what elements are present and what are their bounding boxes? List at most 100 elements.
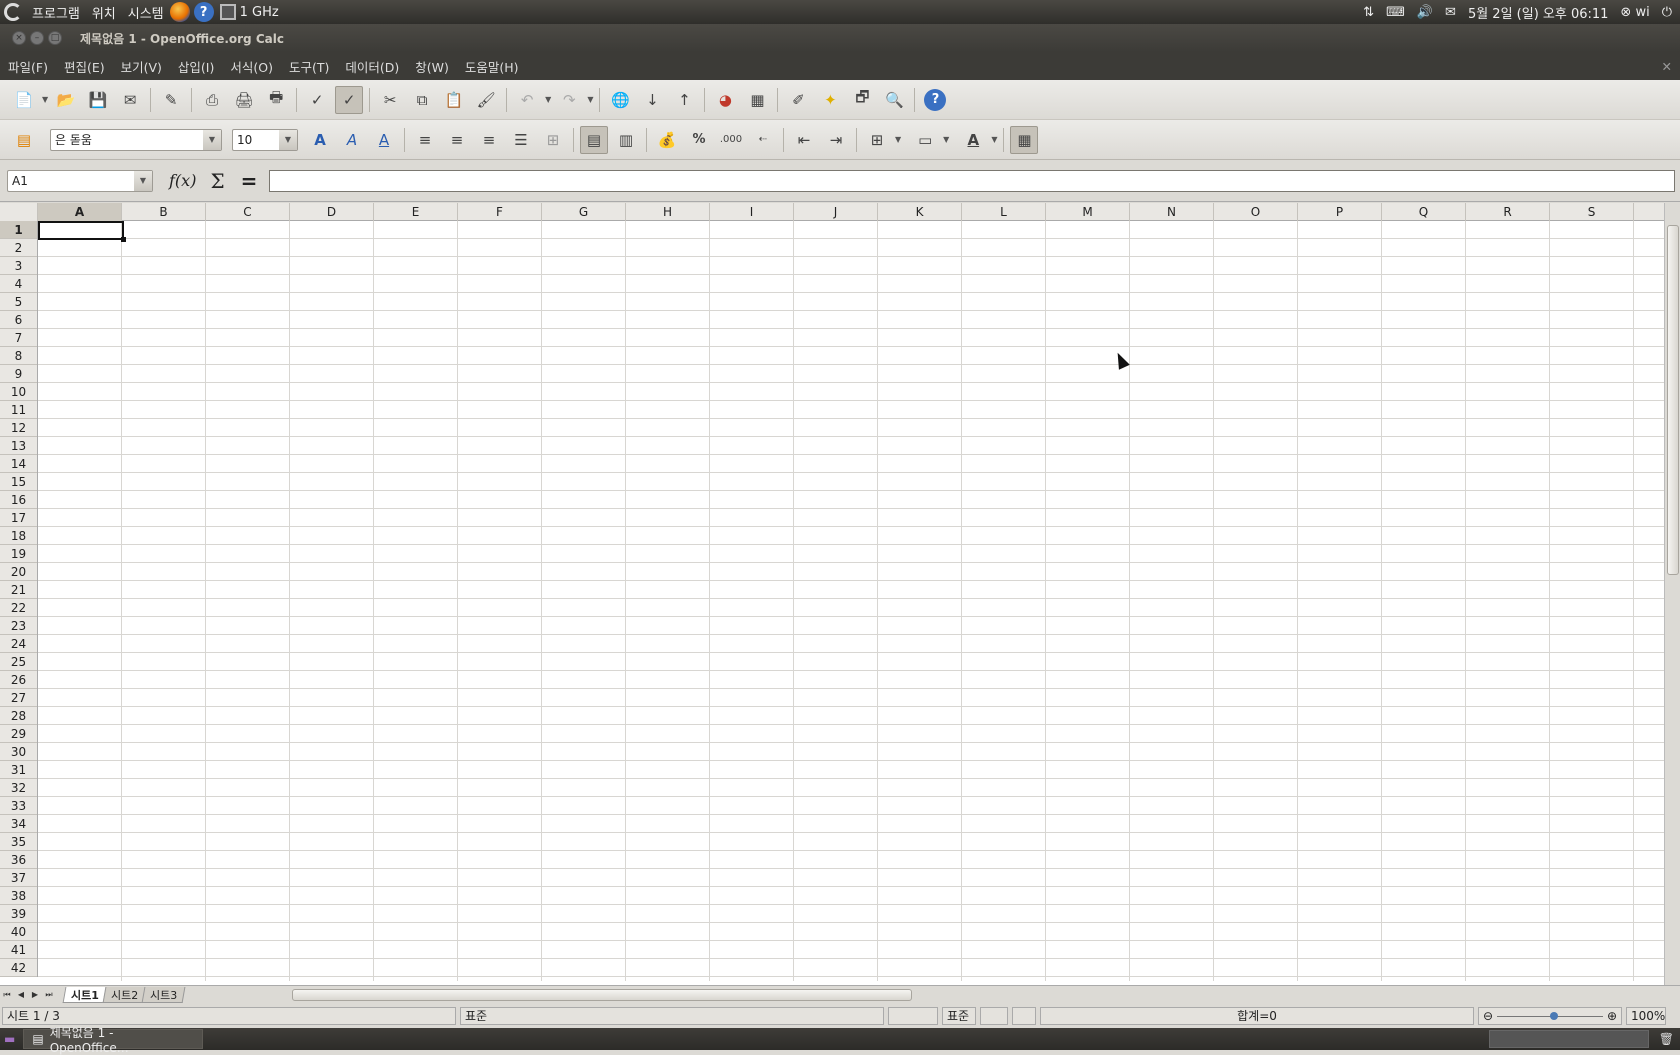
column-header[interactable]: R bbox=[1466, 203, 1550, 221]
column-header[interactable]: J bbox=[794, 203, 878, 221]
trash-icon[interactable]: 🗑 bbox=[1659, 1032, 1674, 1046]
row-header[interactable]: 8 bbox=[0, 347, 37, 365]
export-pdf-icon[interactable]: ⎙ bbox=[198, 86, 226, 114]
text-direction-lr-icon[interactable]: ▤ bbox=[580, 125, 608, 154]
menu-tools[interactable]: 도구(T) bbox=[281, 57, 337, 76]
row-header[interactable]: 28 bbox=[0, 707, 37, 725]
delete-decimal-icon[interactable]: ⇠ bbox=[749, 126, 777, 154]
menu-window[interactable]: 창(W) bbox=[407, 57, 457, 76]
italic-icon[interactable]: A bbox=[338, 126, 366, 154]
font-size-combo[interactable]: 10 ▼ bbox=[232, 128, 298, 151]
function-icon[interactable]: = bbox=[241, 169, 258, 193]
redo-icon[interactable]: ↷ bbox=[555, 86, 583, 114]
select-all-corner[interactable] bbox=[0, 203, 38, 221]
close-document-icon[interactable]: ✕ bbox=[1662, 59, 1672, 74]
row-header[interactable]: 20 bbox=[0, 563, 37, 581]
row-header[interactable]: 2 bbox=[0, 239, 37, 257]
menu-data[interactable]: 데이터(D) bbox=[337, 57, 407, 76]
new-dropdown-icon[interactable]: ▼ bbox=[42, 95, 48, 104]
edit-file-icon[interactable]: ✎ bbox=[157, 86, 185, 114]
clock[interactable]: 5월 2일 (일) 오후 06:11 bbox=[1468, 3, 1608, 22]
row-header[interactable]: 37 bbox=[0, 869, 37, 887]
help-icon[interactable]: ? bbox=[193, 2, 214, 22]
row-header[interactable]: 1 bbox=[0, 221, 37, 239]
font-color-dropdown-icon[interactable]: ▼ bbox=[991, 135, 997, 144]
row-header[interactable]: 33 bbox=[0, 797, 37, 815]
row-header[interactable]: 14 bbox=[0, 455, 37, 473]
zoom-in-icon[interactable]: ⊕ bbox=[1607, 1008, 1617, 1024]
horizontal-scrollbar[interactable] bbox=[280, 988, 1664, 1002]
row-header[interactable]: 27 bbox=[0, 689, 37, 707]
underline-icon[interactable]: A bbox=[370, 126, 398, 154]
row-header[interactable]: 13 bbox=[0, 437, 37, 455]
cell-area[interactable] bbox=[38, 221, 1664, 981]
row-header[interactable]: 26 bbox=[0, 671, 37, 689]
sheet-tab[interactable]: 시트2 bbox=[102, 986, 147, 1003]
new-document-icon[interactable]: 📄 bbox=[10, 86, 38, 114]
background-color-icon[interactable]: ▭ bbox=[911, 126, 939, 154]
ubuntu-logo-icon[interactable] bbox=[4, 3, 22, 21]
power-icon[interactable]: ⏻ bbox=[1662, 5, 1672, 20]
row-header[interactable]: 41 bbox=[0, 941, 37, 959]
increase-indent-icon[interactable]: ⇥ bbox=[822, 126, 850, 154]
menu-applications[interactable]: 프로그램 bbox=[26, 3, 86, 22]
firefox-icon[interactable] bbox=[169, 2, 190, 22]
row-header[interactable]: 34 bbox=[0, 815, 37, 833]
row-header[interactable]: 35 bbox=[0, 833, 37, 851]
column-header[interactable]: O bbox=[1214, 203, 1298, 221]
pivot-table-icon[interactable]: ▦ bbox=[743, 86, 771, 114]
text-direction-tb-icon[interactable]: ▥ bbox=[612, 126, 640, 154]
row-header[interactable]: 10 bbox=[0, 383, 37, 401]
next-sheet-icon[interactable]: ▶ bbox=[28, 988, 42, 1002]
chevron-down-icon[interactable]: ▼ bbox=[134, 170, 152, 191]
borders-icon[interactable]: ⊞ bbox=[863, 126, 891, 154]
row-header[interactable]: 11 bbox=[0, 401, 37, 419]
row-header[interactable]: 25 bbox=[0, 653, 37, 671]
column-header[interactable]: M bbox=[1046, 203, 1130, 221]
print-icon[interactable]: 🖨 bbox=[230, 86, 258, 114]
mail-icon[interactable]: ✉ bbox=[1445, 5, 1456, 20]
row-header[interactable]: 32 bbox=[0, 779, 37, 797]
save-icon[interactable]: 💾 bbox=[84, 86, 112, 114]
menu-edit[interactable]: 편집(E) bbox=[56, 57, 113, 76]
copy-icon[interactable]: ⧉ bbox=[408, 86, 436, 114]
menu-places[interactable]: 위치 bbox=[86, 3, 122, 22]
row-header[interactable]: 16 bbox=[0, 491, 37, 509]
user-menu[interactable]: ⊗ wi bbox=[1620, 5, 1649, 20]
volume-icon[interactable]: 🔊 bbox=[1417, 5, 1433, 20]
row-header[interactable]: 6 bbox=[0, 311, 37, 329]
navigator-icon[interactable]: 🗗 bbox=[848, 86, 876, 114]
row-header[interactable]: 15 bbox=[0, 473, 37, 491]
keyboard-icon[interactable]: ⌨ bbox=[1386, 5, 1405, 20]
open-icon[interactable]: 📂 bbox=[52, 86, 80, 114]
help-toolbar-icon[interactable]: ? bbox=[921, 86, 949, 114]
row-header[interactable]: 40 bbox=[0, 923, 37, 941]
row-header[interactable]: 21 bbox=[0, 581, 37, 599]
column-header[interactable]: G bbox=[542, 203, 626, 221]
column-header[interactable]: A bbox=[38, 203, 122, 221]
decrease-indent-icon[interactable]: ⇤ bbox=[790, 126, 818, 154]
justify-icon[interactable]: ☰ bbox=[507, 126, 535, 154]
row-header[interactable]: 17 bbox=[0, 509, 37, 527]
column-header[interactable]: S bbox=[1550, 203, 1634, 221]
workspace-switcher[interactable] bbox=[1488, 1030, 1649, 1048]
row-header[interactable]: 12 bbox=[0, 419, 37, 437]
undo-icon[interactable]: ↶ bbox=[513, 86, 541, 114]
chart-icon[interactable]: ◕ bbox=[711, 86, 739, 114]
column-header[interactable]: Q bbox=[1382, 203, 1466, 221]
sort-descending-icon[interactable]: ↑ bbox=[670, 86, 698, 114]
paste-icon[interactable]: 📋 bbox=[440, 86, 468, 114]
column-header[interactable]: L bbox=[962, 203, 1046, 221]
taskbar-window-item[interactable]: ▤ 제목없음 1 - OpenOffice… bbox=[23, 1026, 204, 1055]
zoom-out-icon[interactable]: ⊖ bbox=[1483, 1008, 1493, 1024]
format-paintbrush-icon[interactable]: 🖌 bbox=[472, 86, 500, 114]
row-header[interactable]: 38 bbox=[0, 887, 37, 905]
row-header[interactable]: 23 bbox=[0, 617, 37, 635]
percent-icon[interactable]: % bbox=[685, 126, 713, 154]
show-grid-icon[interactable]: ▦ bbox=[1010, 125, 1039, 154]
font-name-combo[interactable]: 은 돋움 ▼ bbox=[50, 128, 222, 151]
column-header[interactable]: B bbox=[122, 203, 206, 221]
show-desktop-icon[interactable]: ▬ bbox=[4, 1032, 15, 1046]
sort-ascending-icon[interactable]: ↓ bbox=[638, 86, 666, 114]
row-header[interactable]: 9 bbox=[0, 365, 37, 383]
